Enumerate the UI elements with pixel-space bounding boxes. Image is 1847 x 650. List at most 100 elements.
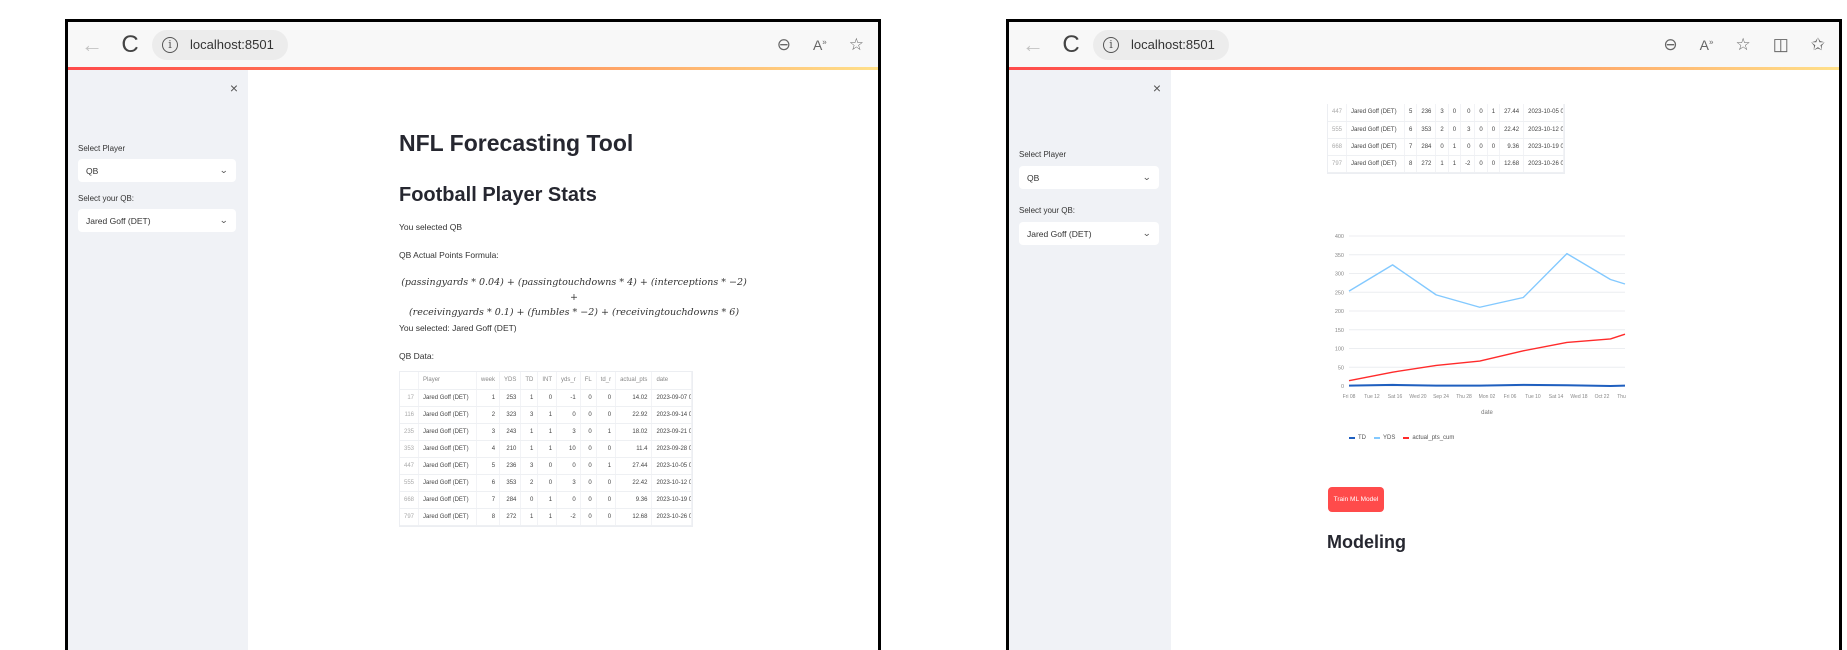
qb-select[interactable]: Jared Goff (DET) ⌄	[78, 209, 236, 232]
x-tick-label: Sat 16	[1388, 394, 1403, 400]
table-row[interactable]: 555 Jared Goff (DET) 6 353 2 0 3 0 0 22.42 2023-10…	[400, 474, 693, 492]
read-aloud-icon[interactable]: A»	[813, 37, 827, 53]
favorites-bar-icon[interactable]: ✩	[1811, 35, 1825, 55]
table-cell: 2023-10-26 00:00	[651, 508, 693, 526]
table-cell: 0	[1487, 138, 1501, 156]
table-row[interactable]: 447 Jared Goff (DET) 5 236 3 0 0 0 1 27.44 2023-10…	[400, 457, 693, 475]
table-cell: 18.02	[615, 423, 653, 441]
table-cell: 0	[1435, 138, 1449, 156]
table-cell: 323	[499, 406, 522, 424]
zoom-icon[interactable]: ⊖	[1663, 35, 1677, 55]
train-model-button[interactable]: Train ML Model	[1328, 487, 1384, 512]
points-formula: (passingyards * 0.04) + (passingtouchdow…	[399, 275, 749, 320]
reload-icon[interactable]: C	[1059, 31, 1083, 59]
x-tick-label: Mon 02	[1479, 394, 1496, 400]
table-cell: 797	[1328, 155, 1348, 173]
info-icon[interactable]: i	[1103, 36, 1119, 53]
table-cell: 27.44	[1499, 104, 1525, 122]
zoom-icon[interactable]: ⊖	[777, 35, 791, 55]
table-cell: 10	[556, 440, 581, 458]
x-tick-label: Oct 22	[1595, 394, 1610, 400]
table-cell: 2023-10-12 00:00	[1523, 121, 1565, 139]
table-cell: 0	[1487, 155, 1501, 173]
table-row[interactable]: 353 Jared Goff (DET) 4 210 1 1 10 0 0 11.4 2023-09…	[400, 440, 693, 458]
info-icon[interactable]: i	[162, 36, 178, 53]
y-tick-label: 250	[1335, 290, 1344, 296]
reload-icon[interactable]: C	[118, 31, 142, 59]
table-cell: 353	[1416, 121, 1437, 139]
favorite-star-icon[interactable]: ☆	[1735, 35, 1750, 55]
chevron-down-icon: ⌄	[219, 165, 229, 175]
column-header[interactable]: FL	[580, 372, 597, 390]
select-qb-label: Select your QB:	[78, 194, 135, 203]
series-line-actual-pts-cum	[1348, 333, 1626, 382]
left-screenshot: ← C i localhost:8501 ⊖ A» ☆ × Select Pla…	[65, 19, 881, 650]
table-cell: 0	[580, 406, 597, 424]
table-row[interactable]: 116 Jared Goff (DET) 2 323 3 1 0 0 0 22.92 2023-09…	[400, 406, 693, 424]
column-header[interactable]: YDS	[499, 372, 522, 390]
table-cell: 2023-10-05 00:00	[1523, 104, 1565, 122]
column-header[interactable]	[400, 372, 420, 390]
column-header[interactable]: TD	[520, 372, 539, 390]
table-cell: 17	[400, 389, 420, 407]
table-cell: -1	[556, 389, 581, 407]
table-cell: 668	[1328, 138, 1348, 156]
column-header[interactable]: yds_r	[556, 372, 581, 390]
table-row[interactable]: 447 Jared Goff (DET) 5 236 3 0 0 0 1 27.44 2023-10…	[1328, 104, 1565, 122]
table-cell: Jared Goff (DET)	[418, 474, 478, 492]
table-row[interactable]: 668 Jared Goff (DET) 7 284 0 1 0 0 0 9.36 2023-10-…	[400, 491, 693, 509]
table-cell: 0	[580, 423, 597, 441]
qb-data-table-scrolled[interactable]: 447 Jared Goff (DET) 5 236 3 0 0 0 1 27.44 2023-10…	[1327, 104, 1566, 174]
qb-data-table[interactable]: Player week YDS TD INT yds_r FL td_r actual_pts d…	[399, 371, 694, 527]
table-cell: 0	[537, 457, 558, 475]
table-row[interactable]: 555 Jared Goff (DET) 6 353 2 0 3 0 0 22.42 2023-10…	[1328, 121, 1565, 139]
table-cell: 1	[537, 508, 558, 526]
table-cell: 1	[520, 508, 539, 526]
table-cell: 8	[476, 508, 501, 526]
table-row[interactable]: 235 Jared Goff (DET) 3 243 1 1 3 0 1 18.02 2023-09…	[400, 423, 693, 441]
column-header[interactable]: week	[476, 372, 501, 390]
table-row[interactable]: 17 Jared Goff (DET) 1 253 1 0 -1 0 0 14.02 2023-09…	[400, 389, 693, 407]
back-icon[interactable]: ←	[1021, 32, 1045, 58]
table-cell: 0	[1460, 138, 1476, 156]
address-bar[interactable]: i localhost:8501	[152, 29, 288, 60]
favorite-star-icon[interactable]: ☆	[849, 35, 864, 55]
table-row[interactable]: 668 Jared Goff (DET) 7 284 0 1 0 0 0 9.36 2023-10-…	[1328, 138, 1565, 156]
player-select[interactable]: QB ⌄	[1019, 166, 1159, 189]
qb-select[interactable]: Jared Goff (DET) ⌄	[1019, 222, 1159, 245]
table-cell: Jared Goff (DET)	[1346, 121, 1406, 139]
table-cell: 14.02	[615, 389, 653, 407]
table-cell: 1	[596, 423, 617, 441]
table-cell: 0	[1474, 138, 1488, 156]
close-icon[interactable]: ×	[1153, 80, 1161, 96]
split-screen-icon[interactable]: ◫	[1773, 35, 1789, 55]
column-header[interactable]: date	[651, 372, 693, 390]
url-text: localhost:8501	[1131, 37, 1215, 52]
y-tick-label: 200	[1335, 309, 1344, 315]
table-cell: 27.44	[615, 457, 653, 475]
read-aloud-icon[interactable]: A»	[1700, 37, 1714, 53]
close-icon[interactable]: ×	[230, 80, 238, 96]
table-cell: 353	[499, 474, 522, 492]
table-row[interactable]: 797 Jared Goff (DET) 8 272 1 1 -2 0 0 12.68 2023-1…	[400, 508, 693, 526]
table-cell: 116	[400, 406, 420, 424]
table-cell: 2023-09-21 00:00	[651, 423, 693, 441]
table-cell: 0	[520, 491, 539, 509]
chevron-down-icon: ⌄	[1142, 172, 1152, 182]
table-cell: 3	[520, 406, 539, 424]
table-cell: 1	[537, 423, 558, 441]
column-header[interactable]: INT	[537, 372, 558, 390]
address-bar[interactable]: i localhost:8501	[1093, 29, 1229, 60]
player-select[interactable]: QB ⌄	[78, 159, 236, 182]
column-header[interactable]: Player	[418, 372, 478, 390]
legend-item-yds: YDS	[1374, 435, 1395, 441]
chevron-down-icon: ⌄	[219, 215, 229, 225]
column-header[interactable]: actual_pts	[615, 372, 653, 390]
table-cell: Jared Goff (DET)	[418, 457, 478, 475]
column-header[interactable]: td_r	[596, 372, 617, 390]
back-icon[interactable]: ←	[80, 32, 104, 58]
table-cell: 447	[1328, 104, 1348, 122]
formula-line-1: (passingyards * 0.04) + (passingtouchdow…	[401, 277, 747, 303]
table-row[interactable]: 797 Jared Goff (DET) 8 272 1 1 -2 0 0 12.68 2023-1…	[1328, 155, 1565, 173]
table-cell: 12.68	[615, 508, 653, 526]
